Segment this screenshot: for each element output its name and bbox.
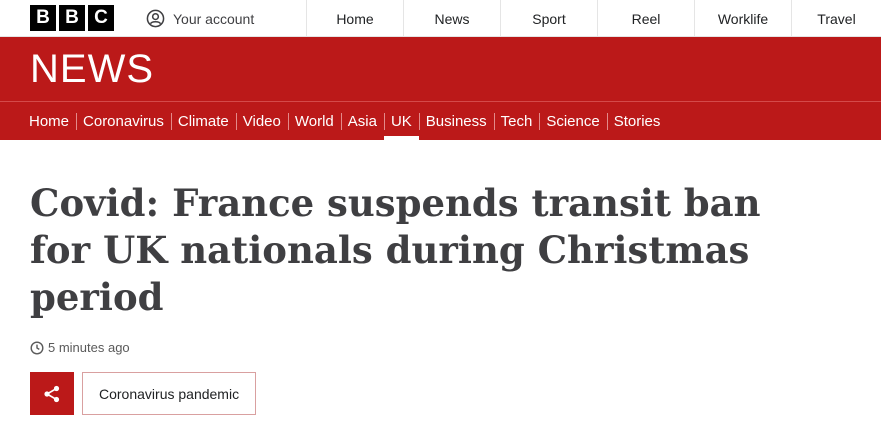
article-headline: Covid: France suspends transit ban for U…: [30, 181, 761, 319]
user-account-icon: [146, 9, 165, 28]
article-timestamp: 5 minutes ago: [48, 340, 130, 355]
logo-letter-b2: B: [59, 5, 85, 31]
top-nav-worklife[interactable]: Worklife: [694, 0, 791, 37]
top-nav: Home News Sport Reel Worklife Travel: [306, 0, 881, 37]
top-nav-travel[interactable]: Travel: [791, 0, 881, 37]
bbc-logo[interactable]: B B C: [30, 5, 114, 31]
topic-tag-link[interactable]: Coronavirus pandemic: [82, 372, 257, 415]
account-label: Your account: [173, 10, 255, 27]
section-item-stories[interactable]: Stories: [606, 102, 668, 140]
top-nav-home[interactable]: Home: [306, 0, 403, 37]
section-item-uk[interactable]: UK: [383, 102, 419, 140]
section-item-tech[interactable]: Tech: [493, 102, 540, 140]
section-item-home[interactable]: Home: [22, 102, 76, 140]
news-band: NEWS Home Coronavirus Climate Video Worl…: [0, 37, 881, 140]
top-nav-reel[interactable]: Reel: [597, 0, 694, 37]
clock-icon: [30, 340, 44, 355]
account-link[interactable]: Your account: [146, 0, 254, 37]
share-icon: [44, 385, 60, 402]
masthead: B B C Your account Home News Sport Reel …: [0, 0, 881, 37]
section-item-coronavirus[interactable]: Coronavirus: [76, 102, 171, 140]
section-item-world[interactable]: World: [287, 102, 341, 140]
share-button[interactable]: [30, 372, 74, 415]
section-item-video[interactable]: Video: [235, 102, 288, 140]
section-item-climate[interactable]: Climate: [170, 102, 236, 140]
section-nav: Home Coronavirus Climate Video World Asi…: [0, 102, 667, 140]
top-nav-sport[interactable]: Sport: [500, 0, 597, 37]
news-wordmark[interactable]: NEWS: [30, 49, 154, 89]
top-nav-news[interactable]: News: [403, 0, 500, 37]
section-item-science[interactable]: Science: [539, 102, 606, 140]
logo-letter-b1: B: [30, 5, 56, 31]
section-item-asia[interactable]: Asia: [340, 102, 384, 140]
logo-letter-c: C: [88, 5, 114, 31]
section-item-business[interactable]: Business: [418, 102, 494, 140]
article-meta: 5 minutes ago: [30, 340, 130, 355]
